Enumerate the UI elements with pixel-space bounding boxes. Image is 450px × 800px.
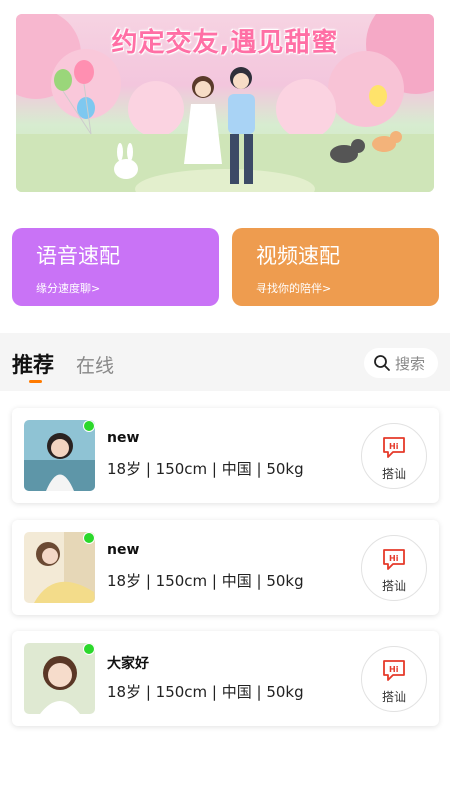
greet-button[interactable]: Hi 搭讪 [361,423,427,489]
voice-match-title: 语音速配 [36,244,120,268]
search-label: 搜索 [395,354,426,373]
user-info: 18岁 | 150cm | 中国 | 50kg [107,460,304,478]
greet-label: 搭讪 [381,579,406,593]
tab-bar: 推荐 在线 搜索 [0,333,450,391]
user-name: 大家好 [107,656,149,672]
online-indicator [83,420,95,432]
user-list: new 18岁 | 150cm | 中国 | 50kg Hi 搭讪 new 18… [0,391,450,800]
video-match-subtitle: 寻找你的陪伴> [256,282,332,295]
banner-title: 约定交友,遇见甜蜜 [111,28,339,58]
svg-text:Hi: Hi [389,665,399,674]
tab-active-indicator [29,380,42,383]
chat-bubble-icon: Hi [383,437,405,458]
chat-bubble-icon: Hi [383,549,405,570]
user-card[interactable]: new 18岁 | 150cm | 中国 | 50kg Hi 搭讪 [12,408,439,503]
greet-button[interactable]: Hi 搭讪 [361,646,427,712]
tab-recommend[interactable]: 推荐 [12,349,54,379]
voice-match-card[interactable]: 语音速配 缘分速度聊> [12,228,219,306]
voice-match-subtitle: 缘分速度聊> [36,282,101,295]
greet-label: 搭讪 [381,690,406,704]
user-info: 18岁 | 150cm | 中国 | 50kg [107,572,304,590]
online-indicator [83,643,95,655]
greet-button[interactable]: Hi 搭讪 [361,535,427,601]
svg-text:Hi: Hi [389,554,399,563]
user-card[interactable]: 大家好 18岁 | 150cm | 中国 | 50kg Hi 搭讪 [12,631,439,726]
tab-online[interactable]: 在线 [76,351,114,378]
user-name: new [107,542,140,558]
chat-bubble-icon: Hi [383,660,405,681]
svg-text:Hi: Hi [389,442,399,451]
user-card[interactable]: new 18岁 | 150cm | 中国 | 50kg Hi 搭讪 [12,520,439,615]
video-match-title: 视频速配 [256,244,340,268]
search-button[interactable]: 搜索 [364,348,438,378]
greet-label: 搭讪 [381,467,406,481]
user-name: new [107,430,140,446]
hero-banner[interactable]: 约定交友,遇见甜蜜 [16,14,434,192]
video-match-card[interactable]: 视频速配 寻找你的陪伴> [232,228,439,306]
online-indicator [83,532,95,544]
search-icon [374,355,390,371]
user-info: 18岁 | 150cm | 中国 | 50kg [107,683,304,701]
